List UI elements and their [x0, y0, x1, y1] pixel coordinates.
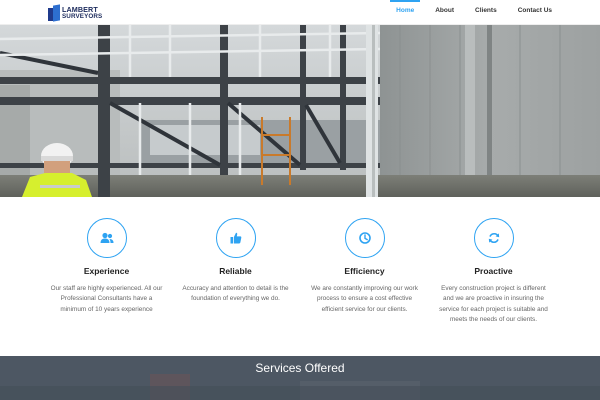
- services-section: Services Offered: [0, 356, 600, 400]
- feature-text: We are constantly improving our work pro…: [311, 285, 418, 313]
- users-icon: [86, 218, 127, 258]
- feature-experience: Experience Our staff are highly experien…: [42, 212, 171, 342]
- nav-about[interactable]: About: [435, 0, 454, 25]
- nav-contact-us[interactable]: Contact Us: [518, 0, 552, 25]
- site-logo[interactable]: LAMBERT SURVEYORS: [48, 3, 102, 22]
- logo-mark-icon: [48, 3, 60, 22]
- feature-title: Experience: [83, 266, 130, 276]
- feature-proactive: Proactive Every construction project is …: [429, 212, 558, 342]
- services-title: Services Offered: [255, 361, 345, 375]
- main-nav: Home About Clients Contact Us: [375, 0, 552, 25]
- refresh-icon: [473, 218, 514, 258]
- hero-image: [0, 25, 600, 197]
- feature-reliable: Reliable Accuracy and attention to detai…: [171, 212, 300, 342]
- thumbs-up-icon: [215, 218, 256, 258]
- feature-text: Every construction project is different …: [439, 285, 548, 324]
- feature-text: Accuracy and attention to detail is the …: [182, 285, 289, 303]
- logo-line-2: SURVEYORS: [62, 12, 103, 20]
- construction-site-photo: [0, 25, 600, 197]
- nav-home[interactable]: Home: [390, 0, 421, 25]
- clock-icon: [344, 218, 385, 258]
- logo-line-1: LAMBERT: [62, 4, 98, 14]
- feature-text: Our staff are highly experienced. All ou…: [50, 285, 163, 313]
- feature-title: Reliable: [219, 266, 252, 276]
- feature-efficiency: Efficiency We are constantly improving o…: [300, 212, 429, 342]
- nav-clients[interactable]: Clients: [475, 0, 497, 25]
- features-section: Experience Our staff are highly experien…: [42, 212, 558, 342]
- site-header: LAMBERT SURVEYORS Home About Clients Con…: [0, 0, 600, 25]
- feature-title: Proactive: [474, 266, 513, 276]
- logo-text: LAMBERT SURVEYORS: [62, 4, 103, 20]
- feature-title: Efficiency: [344, 266, 385, 276]
